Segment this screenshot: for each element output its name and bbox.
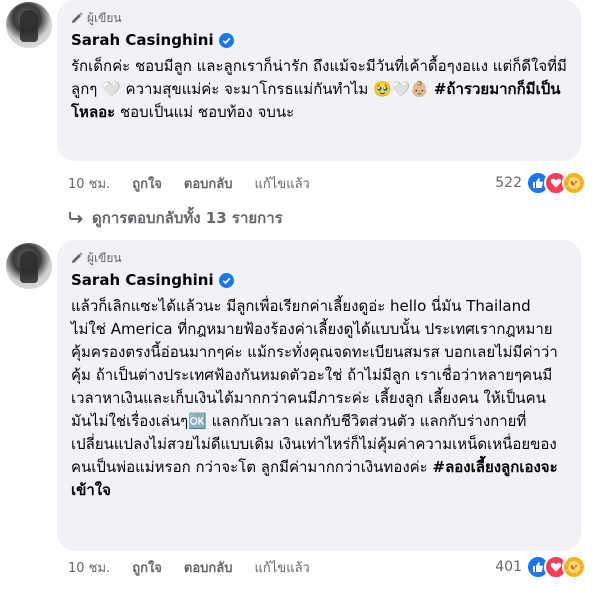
author-badge: ผู้เขียน xyxy=(71,9,567,27)
pen-icon xyxy=(72,12,83,23)
verified-badge-icon xyxy=(218,32,234,48)
reaction-count: 401 xyxy=(495,559,522,575)
care-reaction-icon xyxy=(562,555,586,579)
reply-button[interactable]: ตอบกลับ xyxy=(184,173,233,194)
comment-text: แล้วก็เลิกแซะได้แล้วนะ มีลูกเพื่อเรียกค่… xyxy=(71,295,567,502)
avatar[interactable] xyxy=(6,2,52,48)
author-badge: ผู้เขียน xyxy=(71,249,567,267)
edited-label: แก้ไขแล้ว xyxy=(254,176,310,192)
comment-bubble: ผู้เขียน Sarah Casinghini แล้วก็เลิกแซะไ… xyxy=(57,240,581,551)
reaction-summary[interactable]: 522 xyxy=(495,171,586,195)
comment-actions: 10 ชม. ถูกใจ ตอบกลับ แก้ไขแล้ว xyxy=(68,557,310,577)
reply-arrow-icon xyxy=(69,212,83,224)
comment-bubble: ผู้เขียน Sarah Casinghini รักเด็กค่ะ ชอบ… xyxy=(57,0,581,161)
reaction-summary[interactable]: 401 xyxy=(495,555,586,579)
comment-actions: 10 ชม. ถูกใจ ตอบกลับ แก้ไขแล้ว xyxy=(68,173,310,193)
author-name[interactable]: Sarah Casinghini xyxy=(71,271,214,289)
edited-label: แก้ไขแล้ว xyxy=(254,560,310,576)
comment-body-end: ชอบเป็นแม่ ชอบท้อง จบนะ xyxy=(119,103,295,121)
view-replies-label: ดูการตอบกลับทั้ง 13 รายการ xyxy=(92,209,283,227)
avatar[interactable] xyxy=(6,243,52,289)
verified-badge-icon xyxy=(218,272,234,288)
comment-body: แล้วก็เลิกแซะได้แล้วนะ มีลูกเพื่อเรียกค่… xyxy=(71,297,558,476)
view-replies-link[interactable]: ดูการตอบกลับทั้ง 13 รายการ xyxy=(68,206,283,230)
timestamp[interactable]: 10 ชม. xyxy=(68,557,110,578)
reply-button[interactable]: ตอบกลับ xyxy=(184,557,233,578)
comment-text: รักเด็กค่ะ ชอบมีลูก และลูกเราก็น่ารัก ถึ… xyxy=(71,55,567,124)
like-button[interactable]: ถูกใจ xyxy=(132,557,162,578)
care-reaction-icon xyxy=(562,171,586,195)
like-button[interactable]: ถูกใจ xyxy=(132,173,162,194)
timestamp[interactable]: 10 ชม. xyxy=(68,173,110,194)
author-badge-label: ผู้เขียน xyxy=(87,10,122,25)
reaction-count: 522 xyxy=(495,175,522,191)
author-badge-label: ผู้เขียน xyxy=(87,250,122,265)
author-name[interactable]: Sarah Casinghini xyxy=(71,31,214,49)
pen-icon xyxy=(72,252,83,263)
